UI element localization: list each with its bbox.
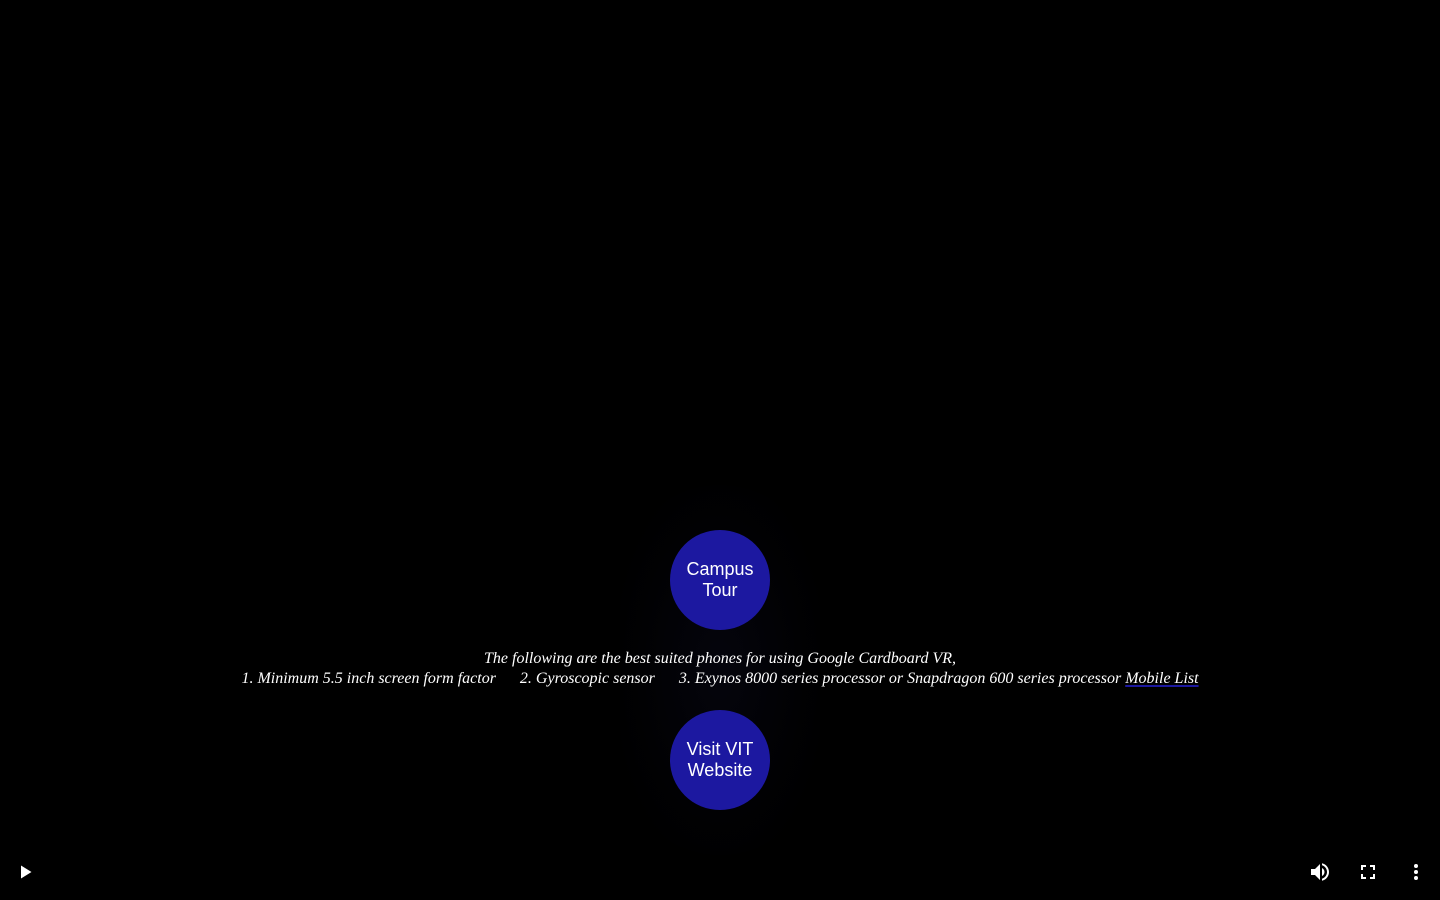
more-options-button[interactable] (1404, 860, 1428, 884)
visit-vit-website-button[interactable]: Visit VIT Website (670, 710, 770, 810)
play-button[interactable] (13, 860, 37, 884)
fullscreen-button[interactable] (1356, 860, 1380, 884)
vr-viewer[interactable]: Campus Tour The following are the best s… (0, 0, 1440, 900)
video-controls (0, 848, 1440, 900)
volume-icon (1311, 863, 1329, 881)
requirement-processor: 3. Exynos 8000 series processor or Snapd… (678, 670, 1122, 687)
requirements-intro: The following are the best suited phones… (484, 650, 956, 667)
play-icon (21, 865, 32, 879)
fullscreen-icon (1361, 865, 1375, 879)
more-options-icon (1414, 864, 1418, 880)
campus-tour-label: Campus Tour (686, 559, 754, 600)
volume-button[interactable] (1308, 860, 1332, 884)
mobile-list-link[interactable]: Mobile List (1125, 670, 1198, 687)
visit-website-label: Visit VIT Website (686, 739, 754, 780)
requirement-screen: 1. Minimum 5.5 inch screen form factor (241, 670, 496, 687)
requirements-list: 1. Minimum 5.5 inch screen form factor 2.… (0, 669, 1440, 689)
campus-tour-button[interactable]: Campus Tour (670, 530, 770, 630)
phone-requirements: The following are the best suited phones… (0, 649, 1440, 689)
requirement-sensor: 2. Gyroscopic sensor (519, 670, 655, 687)
